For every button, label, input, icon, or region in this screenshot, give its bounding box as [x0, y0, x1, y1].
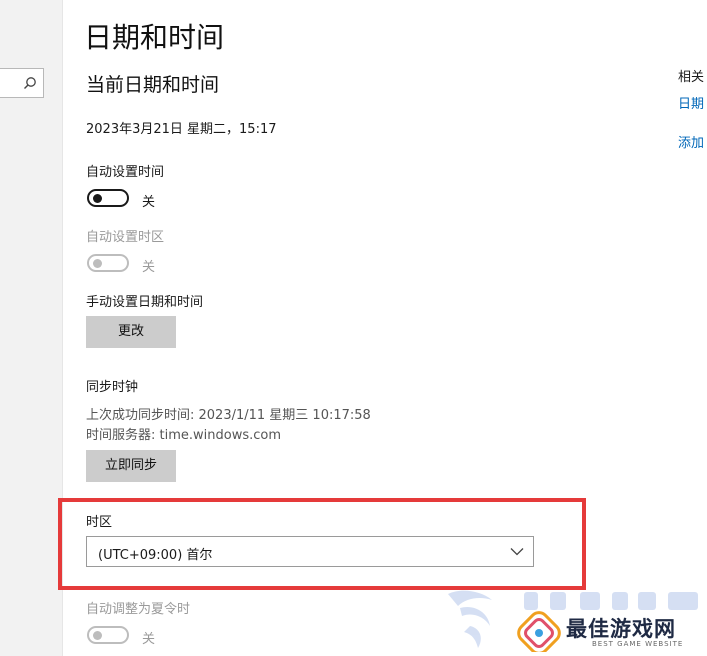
page-title: 日期和时间	[84, 21, 225, 54]
auto-timezone-toggle[interactable]	[87, 254, 129, 272]
timezone-highlight-box	[58, 498, 586, 590]
last-sync-text: 上次成功同步时间: 2023/1/11 星期三 10:17:58	[86, 408, 371, 423]
auto-timezone-state: 关	[142, 260, 156, 275]
change-button[interactable]: 更改	[86, 316, 176, 348]
dst-toggle[interactable]	[87, 626, 129, 644]
current-datetime: 2023年3月21日 星期二，15:17	[86, 122, 277, 137]
auto-time-state: 关	[142, 195, 156, 210]
search-icon	[24, 77, 36, 89]
related-heading: 相关	[678, 70, 705, 85]
section-title: 当前日期和时间	[86, 74, 220, 96]
search-input[interactable]	[0, 68, 44, 98]
sync-now-button[interactable]: 立即同步	[86, 450, 176, 482]
related-link-add[interactable]: 添加	[678, 132, 704, 151]
related-link-date[interactable]: 日期	[678, 93, 704, 112]
manual-datetime-label: 手动设置日期和时间	[86, 295, 204, 310]
dst-label: 自动调整为夏令时	[86, 602, 191, 617]
auto-time-toggle[interactable]	[87, 189, 129, 207]
left-nav-pane	[0, 0, 63, 656]
dst-state: 关	[142, 632, 156, 647]
auto-timezone-label: 自动设置时区	[86, 230, 165, 245]
auto-time-label: 自动设置时间	[86, 165, 165, 180]
watermark-text: 最佳游戏网	[566, 617, 676, 641]
time-server-text: 时间服务器: time.windows.com	[86, 428, 282, 443]
watermark-subtext: BEST GAME WEBSITE	[592, 640, 684, 648]
sync-clock-label: 同步时钟	[86, 380, 139, 395]
